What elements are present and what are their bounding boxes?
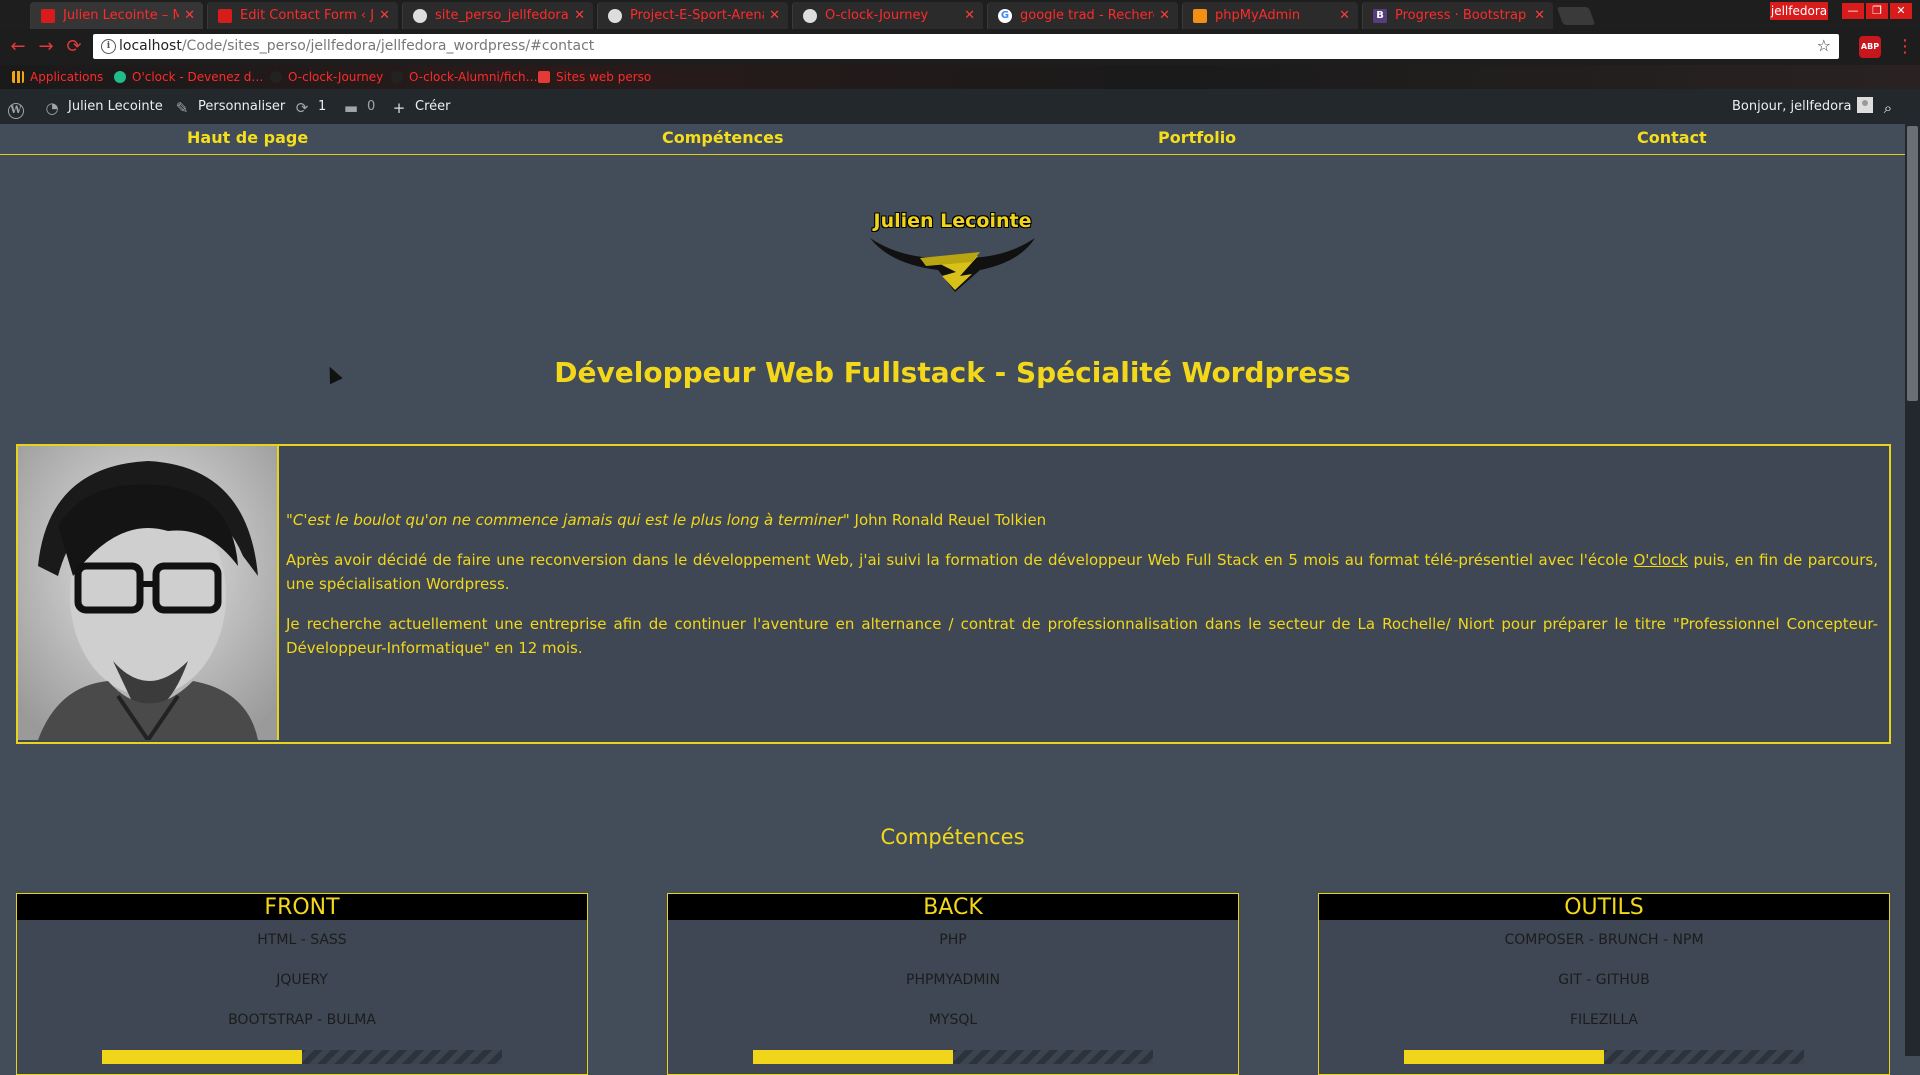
admin-comments[interactable]: ▬ 0 bbox=[343, 89, 375, 124]
phpmyadmin-icon bbox=[1193, 9, 1207, 23]
bookmark-apps[interactable]: Applications bbox=[12, 65, 103, 89]
wordpress-logo-icon[interactable]: W bbox=[8, 89, 32, 124]
restore-icon[interactable]: ❐ bbox=[1866, 3, 1888, 19]
admin-create[interactable]: + Créer bbox=[391, 89, 451, 124]
nav-item-contact[interactable]: Contact bbox=[1637, 124, 1707, 152]
site-favicon-icon bbox=[41, 9, 55, 23]
browser-tab-bar: Julien Lecointe – Mon site ✕ Edit Contac… bbox=[0, 0, 1920, 29]
nav-item-portfolio[interactable]: Portfolio bbox=[1158, 124, 1236, 152]
browser-tab[interactable]: phpMyAdmin ✕ bbox=[1182, 2, 1358, 29]
profile-photo bbox=[18, 446, 279, 740]
close-tab-icon[interactable]: ✕ bbox=[184, 2, 195, 29]
skill-item: PHPMYADMIN bbox=[906, 972, 1000, 988]
profile-badge[interactable]: jellfedora bbox=[1770, 2, 1828, 20]
address-bar[interactable]: i localhost/Code/sites_perso/jellfedora/… bbox=[93, 34, 1839, 59]
nav-item-skills[interactable]: Compétences bbox=[662, 124, 783, 152]
page-headline: Développeur Web Fullstack - Spécialité W… bbox=[554, 356, 1351, 389]
bookmark-star-icon[interactable]: ☆ bbox=[1817, 36, 1831, 55]
site-favicon-icon bbox=[218, 9, 232, 23]
skill-item: MYSQL bbox=[928, 1012, 978, 1028]
scrollbar-thumb[interactable] bbox=[1907, 126, 1918, 401]
bio-text: "C'est le boulot qu'on ne commence jamai… bbox=[286, 508, 1878, 676]
skill-item: PHP bbox=[939, 932, 967, 948]
skill-card-back: BACK PHP PHPMYADMIN MYSQL bbox=[667, 893, 1239, 1075]
browser-tab[interactable]: B Progress · Bootstrap ✕ bbox=[1362, 2, 1553, 29]
bio-paragraph-2: Je recherche actuellement une entreprise… bbox=[286, 615, 1878, 657]
browser-tab[interactable]: O-clock-Journey ✕ bbox=[792, 2, 983, 29]
skill-card-tools: OUTILS COMPOSER - BRUNCH - NPM GIT - GIT… bbox=[1318, 893, 1890, 1075]
oclock-link[interactable]: O'clock bbox=[1633, 551, 1687, 569]
skill-progress-bar bbox=[1404, 1050, 1804, 1064]
skills-section-title: Compétences bbox=[880, 825, 1025, 849]
site-navigation: Haut de page Compétences Portfolio Conta… bbox=[0, 124, 1905, 155]
admin-customize[interactable]: ✎ Personnaliser bbox=[174, 89, 286, 124]
oclock-icon bbox=[114, 71, 126, 83]
github-icon bbox=[413, 9, 427, 23]
bio-paragraph-1: Après avoir décidé de faire une reconver… bbox=[286, 551, 1878, 593]
close-tab-icon[interactable]: ✕ bbox=[574, 2, 585, 29]
folder-icon bbox=[538, 71, 550, 83]
skill-card-title: FRONT bbox=[17, 894, 587, 920]
github-icon bbox=[270, 71, 282, 83]
github-icon bbox=[803, 9, 817, 23]
skill-item: FILEZILLA bbox=[1569, 1012, 1639, 1028]
info-icon[interactable]: i bbox=[101, 39, 116, 54]
brush-icon: ✎ bbox=[175, 99, 189, 117]
skill-card-title: OUTILS bbox=[1319, 894, 1889, 920]
admin-account[interactable]: Bonjour, jellfedora bbox=[1732, 89, 1874, 124]
wp-admin-bar: W ◔ Julien Lecointe ✎ Personnaliser ⟳ 1 ▬ 0 … bbox=[0, 89, 1920, 124]
close-tab-icon[interactable]: ✕ bbox=[1159, 2, 1170, 29]
new-tab-button[interactable] bbox=[1556, 7, 1596, 25]
close-tab-icon[interactable]: ✕ bbox=[1339, 2, 1350, 29]
bootstrap-icon: B bbox=[1373, 9, 1387, 23]
browser-tab[interactable]: site_perso_jellfedora/jellf ✕ bbox=[402, 2, 593, 29]
bookmark-oclock[interactable]: O'clock - Devenez d… bbox=[114, 65, 263, 89]
browser-tab[interactable]: Edit Contact Form ‹ Julien ✕ bbox=[207, 2, 398, 29]
reload-icon[interactable]: ⟳ bbox=[62, 35, 86, 59]
logo-text: Julien Lecointe bbox=[873, 210, 1032, 232]
browser-tab[interactable]: G google trad - Recherche ✕ bbox=[987, 2, 1178, 29]
skill-progress-bar bbox=[102, 1050, 502, 1064]
apps-grid-icon bbox=[12, 71, 24, 83]
bookmark-oclock-journey[interactable]: O-clock-Journey bbox=[270, 65, 383, 89]
search-icon[interactable]: ⌕ bbox=[1880, 89, 1904, 124]
forward-arrow-icon[interactable]: → bbox=[34, 35, 58, 59]
skill-item: GIT - GITHUB bbox=[1558, 972, 1650, 988]
dashboard-icon: ◔ bbox=[45, 99, 59, 117]
bookmark-oclock-alumni[interactable]: O-clock-Alumni/fich… bbox=[391, 65, 538, 89]
browser-menu-icon[interactable]: ⋮ bbox=[1896, 36, 1914, 58]
skill-item: COMPOSER - BRUNCH - NPM bbox=[1504, 932, 1704, 948]
bio-quote: "C'est le boulot qu'on ne commence jamai… bbox=[286, 511, 1047, 529]
google-icon: G bbox=[998, 9, 1012, 23]
close-tab-icon[interactable]: ✕ bbox=[769, 2, 780, 29]
github-icon bbox=[608, 9, 622, 23]
bookmark-folder-sites[interactable]: Sites web perso bbox=[538, 65, 651, 89]
admin-updates[interactable]: ⟳ 1 bbox=[294, 89, 327, 124]
close-window-icon[interactable]: ✕ bbox=[1890, 3, 1912, 19]
skill-item: BOOTSTRAP - BULMA bbox=[228, 1012, 376, 1028]
plus-icon: + bbox=[392, 99, 406, 117]
comment-icon: ▬ bbox=[343, 99, 359, 117]
minimize-icon[interactable]: — bbox=[1842, 3, 1864, 19]
url-text: localhost/Code/sites_perso/jellfedora/je… bbox=[119, 38, 595, 54]
skill-progress-bar bbox=[753, 1050, 1153, 1064]
skill-item: JQUERY bbox=[276, 972, 328, 988]
close-tab-icon[interactable]: ✕ bbox=[1534, 2, 1545, 29]
nav-item-top[interactable]: Haut de page bbox=[187, 124, 308, 152]
skill-item: HTML - SASS bbox=[257, 932, 347, 948]
github-icon bbox=[391, 71, 403, 83]
browser-tab[interactable]: Julien Lecointe – Mon site ✕ bbox=[30, 2, 203, 29]
skill-card-title: BACK bbox=[668, 894, 1238, 920]
skill-card-front: FRONT HTML - SASS JQUERY BOOTSTRAP - BUL… bbox=[16, 893, 588, 1075]
close-tab-icon[interactable]: ✕ bbox=[964, 2, 975, 29]
close-tab-icon[interactable]: ✕ bbox=[379, 2, 390, 29]
site-logo[interactable]: Julien Lecointe bbox=[860, 200, 1045, 300]
avatar bbox=[1857, 97, 1874, 113]
back-arrow-icon[interactable]: ← bbox=[6, 35, 30, 59]
updates-icon: ⟳ bbox=[295, 99, 309, 117]
adblock-extension-icon[interactable]: ABP bbox=[1859, 36, 1881, 58]
bookmarks-bar: Applications O'clock - Devenez d… O-cloc… bbox=[0, 65, 1920, 89]
admin-site-name[interactable]: ◔ Julien Lecointe bbox=[44, 89, 162, 124]
browser-tab[interactable]: Project-E-Sport-Arena/ ✕ bbox=[597, 2, 788, 29]
